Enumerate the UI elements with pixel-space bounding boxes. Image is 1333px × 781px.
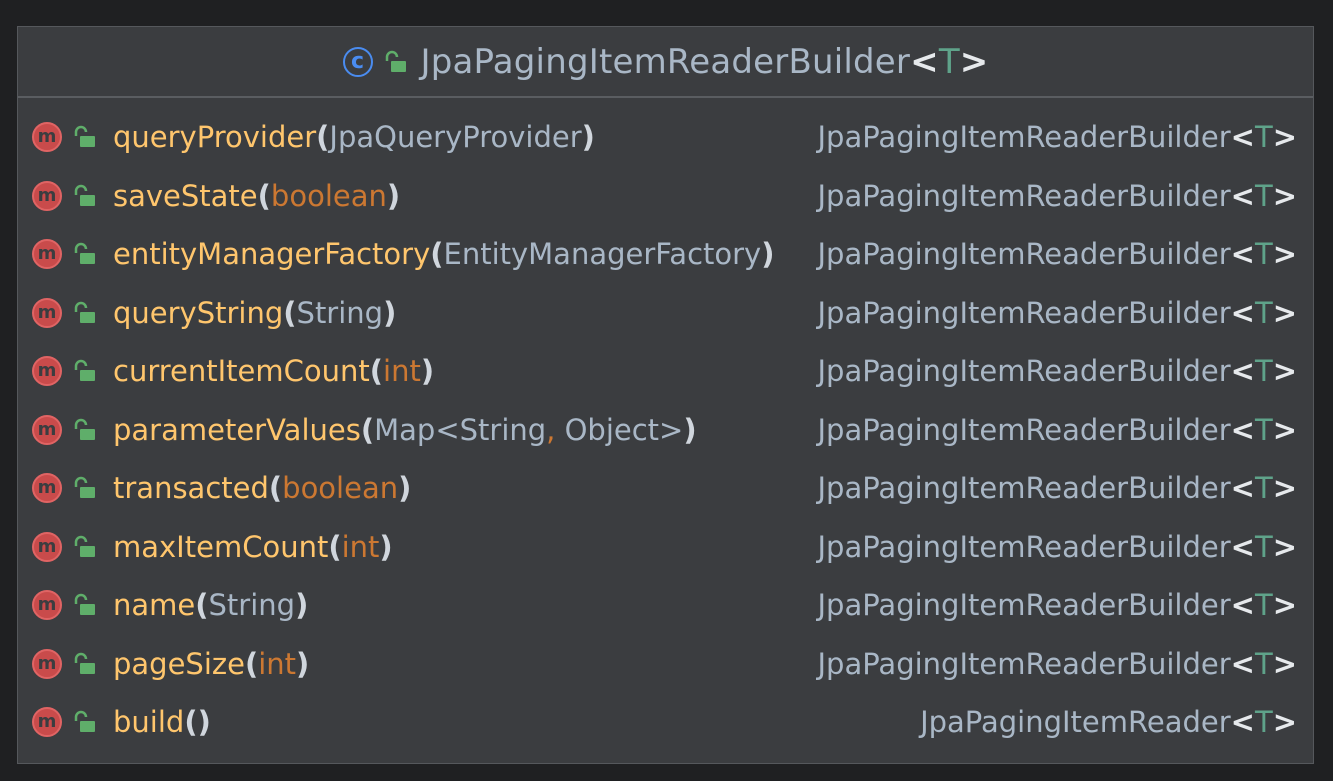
generic-param: T: [1254, 354, 1273, 389]
method-icon: m: [32, 239, 62, 270]
method-signature: currentItemCount(int): [113, 354, 435, 389]
method-name: saveState: [113, 178, 258, 213]
public-lock-icon: [74, 418, 95, 440]
generic-param: T: [1254, 178, 1273, 213]
method-icon: m: [32, 180, 62, 211]
generic-param: T: [1254, 237, 1273, 272]
public-lock-icon: [74, 535, 95, 557]
method-signature: name(String): [113, 588, 309, 623]
method-signature: maxItemCount(int): [113, 529, 393, 564]
class-name-title: JpaPagingItemReaderBuilder<T>: [420, 41, 989, 82]
method-name: pageSize: [113, 646, 245, 681]
method-signature: saveState(boolean): [113, 178, 401, 213]
method-icon: m: [32, 648, 62, 679]
generic-param: T: [1254, 471, 1273, 506]
generic-param: T: [938, 41, 960, 82]
method-icon: m: [32, 473, 62, 504]
return-type: JpaPagingItemReaderBuilder<T>: [817, 237, 1298, 272]
method-icon: m: [32, 707, 62, 738]
public-lock-icon: [385, 50, 406, 72]
method-icon: m: [32, 122, 62, 153]
generic-param: T: [1254, 646, 1273, 681]
method-row[interactable]: m entityManagerFactory(EntityManagerFacto…: [18, 225, 1313, 284]
return-type: JpaPagingItemReader<T>: [920, 705, 1297, 740]
method-icon: m: [32, 356, 62, 387]
public-lock-icon: [74, 477, 95, 499]
method-row[interactable]: m parameterValues(Map<String, Object>) Jpa…: [18, 401, 1313, 460]
return-type: JpaPagingItemReaderBuilder<T>: [817, 295, 1298, 330]
public-lock-icon: [74, 594, 95, 616]
method-param: Object>: [555, 412, 684, 447]
public-lock-icon: [74, 243, 95, 265]
method-row[interactable]: m transacted(boolean) JpaPagingItemReaderB…: [18, 459, 1313, 518]
method-row[interactable]: m saveState(boolean) JpaPagingItemReaderBu…: [18, 167, 1313, 226]
return-type: JpaPagingItemReaderBuilder<T>: [817, 354, 1298, 389]
method-param: JpaQueryProvider: [329, 120, 582, 155]
method-param: int: [258, 646, 297, 681]
return-type: JpaPagingItemReaderBuilder<T>: [817, 588, 1298, 623]
public-lock-icon: [74, 711, 95, 733]
method-signature: queryString(String): [113, 295, 397, 330]
method-signature: build(): [113, 705, 211, 740]
return-type: JpaPagingItemReaderBuilder<T>: [817, 120, 1298, 155]
method-row[interactable]: m queryString(String) JpaPagingItemReaderB…: [18, 284, 1313, 343]
return-type: JpaPagingItemReaderBuilder<T>: [817, 471, 1298, 506]
public-lock-icon: [74, 652, 95, 674]
method-name: parameterValues: [113, 412, 361, 447]
method-row[interactable]: m currentItemCount(int) JpaPagingItemReade…: [18, 342, 1313, 401]
method-name: currentItemCount: [113, 354, 370, 389]
public-lock-icon: [74, 126, 95, 148]
generic-param: T: [1254, 412, 1273, 447]
generic-param: T: [1254, 705, 1273, 740]
method-param: String: [208, 588, 296, 623]
class-icon: c: [342, 46, 373, 77]
method-name: maxItemCount: [113, 529, 329, 564]
method-name: name: [113, 588, 196, 623]
method-signature: entityManagerFactory(EntityManagerFactor…: [113, 237, 775, 272]
method-row[interactable]: m pageSize(int) JpaPagingItemReaderBuilder…: [18, 635, 1313, 694]
generic-param: T: [1254, 529, 1273, 564]
return-type: JpaPagingItemReaderBuilder<T>: [817, 529, 1298, 564]
return-type: JpaPagingItemReaderBuilder<T>: [817, 178, 1298, 213]
generic-param: T: [1254, 120, 1273, 155]
method-param: int: [383, 354, 421, 389]
method-row[interactable]: m queryProvider(JpaQueryProvider) JpaPagin…: [18, 108, 1313, 167]
method-param: ,: [546, 412, 556, 447]
method-param: String: [296, 295, 384, 330]
method-signature: parameterValues(Map<String, Object>): [113, 412, 697, 447]
method-signature: pageSize(int): [113, 646, 310, 681]
method-icon: m: [32, 414, 62, 445]
return-type: JpaPagingItemReaderBuilder<T>: [817, 412, 1298, 447]
return-type: JpaPagingItemReaderBuilder<T>: [817, 646, 1298, 681]
method-param: int: [341, 529, 380, 564]
class-diagram-card: c JpaPagingItemReaderBuilder<T> m queryPr…: [17, 26, 1314, 764]
public-lock-icon: [74, 184, 95, 206]
method-name: queryString: [113, 295, 284, 330]
method-name: entityManagerFactory: [113, 237, 431, 272]
method-row[interactable]: m maxItemCount(int) JpaPagingItemReaderBui…: [18, 518, 1313, 577]
method-name: build: [113, 705, 185, 740]
method-icon: m: [32, 531, 62, 562]
method-param: Map<String: [374, 412, 547, 447]
generic-param: T: [1254, 588, 1273, 623]
method-param: boolean: [270, 178, 387, 213]
method-signature: queryProvider(JpaQueryProvider): [113, 120, 595, 155]
method-param: boolean: [282, 471, 399, 506]
public-lock-icon: [74, 301, 95, 323]
method-icon: m: [32, 590, 62, 621]
method-name: transacted: [113, 471, 269, 506]
generic-param: T: [1254, 295, 1273, 330]
method-row[interactable]: m name(String) JpaPagingItemReaderBuilder<…: [18, 576, 1313, 635]
method-list: m queryProvider(JpaQueryProvider) JpaPagin…: [18, 98, 1313, 752]
class-header: c JpaPagingItemReaderBuilder<T>: [18, 27, 1313, 98]
method-param: EntityManagerFactory: [443, 237, 762, 272]
method-row[interactable]: m build() JpaPagingItemReader<T>: [18, 693, 1313, 752]
method-icon: m: [32, 297, 62, 328]
method-name: queryProvider: [113, 120, 317, 155]
method-signature: transacted(boolean): [113, 471, 412, 506]
public-lock-icon: [74, 360, 95, 382]
